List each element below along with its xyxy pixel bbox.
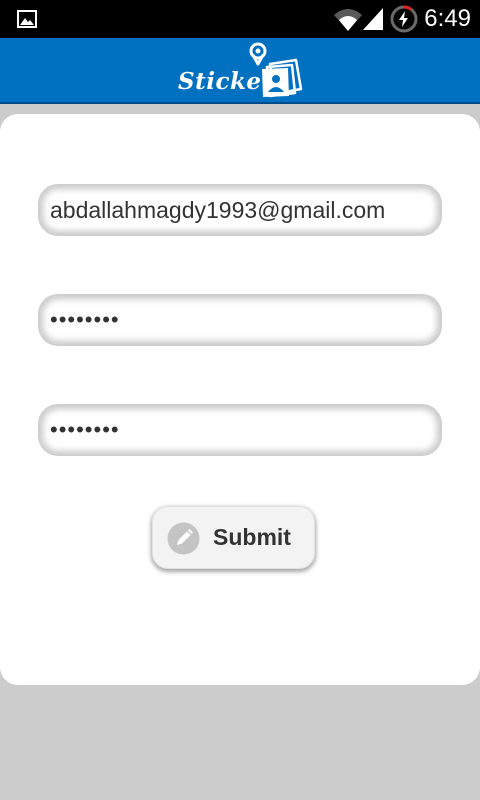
email-field[interactable] xyxy=(38,184,442,236)
confirm-password-field[interactable] xyxy=(38,404,442,456)
password-field[interactable] xyxy=(38,294,442,346)
battery-charging-icon xyxy=(390,5,418,33)
gallery-icon xyxy=(17,10,37,28)
status-bar: 6:49 xyxy=(0,0,480,38)
status-clock: 6:49 xyxy=(424,5,471,32)
app-header: Sticker xyxy=(0,38,480,104)
photo-stack-pin-icon xyxy=(249,42,303,98)
submit-button[interactable]: Submit xyxy=(152,506,315,569)
wifi-icon xyxy=(334,9,362,31)
form-card: Submit xyxy=(0,114,480,685)
app-logo: Sticker xyxy=(176,42,306,100)
submit-label: Submit xyxy=(213,524,291,550)
pencil-icon xyxy=(167,522,200,555)
cell-signal-icon xyxy=(363,8,383,30)
